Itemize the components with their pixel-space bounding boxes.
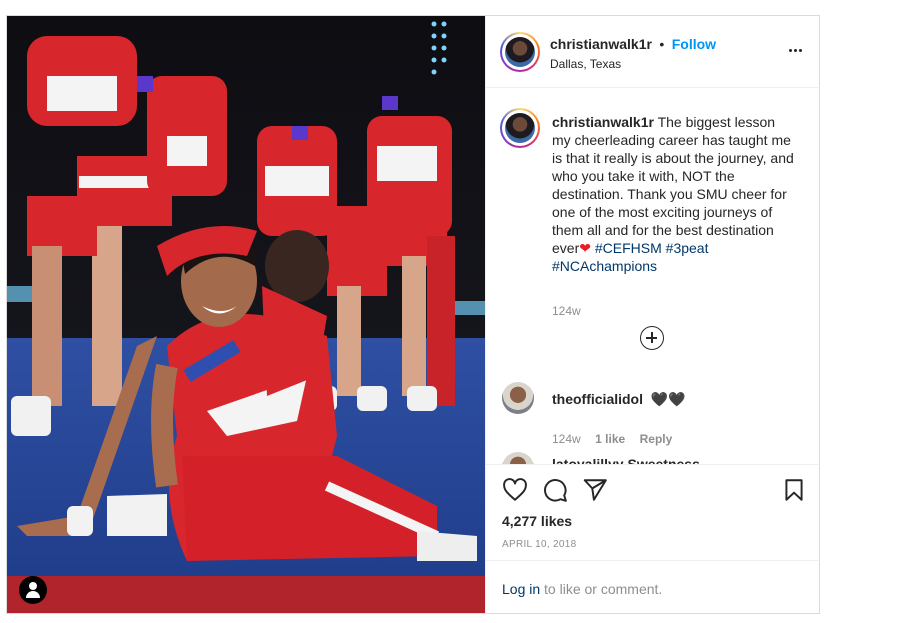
comment-partial: latoyalillyy Sweetness <box>552 456 700 464</box>
heart-emoji: ❤ <box>579 240 591 256</box>
post-photo[interactable] <box>7 16 485 613</box>
share-icon[interactable] <box>582 477 608 503</box>
hashtag-link[interactable]: #CEFHSM <box>595 240 662 256</box>
hashtag-link[interactable]: #NCAchampions <box>552 258 657 274</box>
cheerleaders-photo <box>7 16 485 613</box>
comment-meta: 124w 1 like Reply <box>552 430 672 448</box>
avatar-image <box>505 37 535 67</box>
load-more-comments-icon[interactable] <box>640 326 664 350</box>
user-tag-icon[interactable] <box>19 576 47 604</box>
author-username[interactable]: christianwalk1r <box>550 36 652 52</box>
comment-likes[interactable]: 1 like <box>595 432 625 446</box>
login-bar: Log in to like or comment. <box>486 560 821 613</box>
author-avatar[interactable] <box>500 32 540 72</box>
more-options-icon[interactable] <box>785 40 805 60</box>
commenter-avatar[interactable] <box>502 382 534 414</box>
comment-timestamp[interactable]: 124w <box>552 432 581 446</box>
commenter-avatar[interactable] <box>502 452 534 464</box>
hashtag-link[interactable]: #3peat <box>666 240 709 256</box>
instagram-post: christianwalk1r • Follow Dallas, Texas c… <box>6 15 821 614</box>
caption-timestamp[interactable]: 124w <box>552 304 581 318</box>
comment-icon[interactable] <box>542 477 568 503</box>
reply-button[interactable]: Reply <box>640 432 673 446</box>
avatar-image <box>505 113 535 143</box>
heart-icon[interactable] <box>502 477 528 503</box>
comments-section[interactable]: christianwalk1r The biggest lesson my ch… <box>486 88 821 464</box>
action-bar: 4,277 likes APRIL 10, 2018 <box>486 464 821 560</box>
post-header: christianwalk1r • Follow Dallas, Texas <box>486 16 821 88</box>
comment-text: 🖤🖤 <box>650 391 686 407</box>
caption-username[interactable]: christianwalk1r <box>552 114 654 130</box>
comment: theofficialidol 🖤🖤 <box>552 391 686 408</box>
login-link[interactable]: Log in <box>502 581 540 597</box>
follow-button[interactable]: Follow <box>672 36 716 52</box>
bookmark-icon[interactable] <box>781 477 807 503</box>
login-prompt: Log in to like or comment. <box>502 581 662 597</box>
separator-dot: • <box>659 36 665 52</box>
login-text: to like or comment. <box>540 581 663 597</box>
post-date[interactable]: APRIL 10, 2018 <box>502 539 576 550</box>
caption: christianwalk1r The biggest lesson my ch… <box>552 113 797 275</box>
comment-username[interactable]: theofficialidol <box>552 391 643 407</box>
post-details-panel: christianwalk1r • Follow Dallas, Texas c… <box>485 16 821 613</box>
post-location[interactable]: Dallas, Texas <box>550 57 621 71</box>
caption-body: The biggest lesson my cheerleading caree… <box>552 114 794 256</box>
caption-author-avatar[interactable] <box>500 108 540 148</box>
likes-count[interactable]: 4,277 likes <box>502 513 572 529</box>
